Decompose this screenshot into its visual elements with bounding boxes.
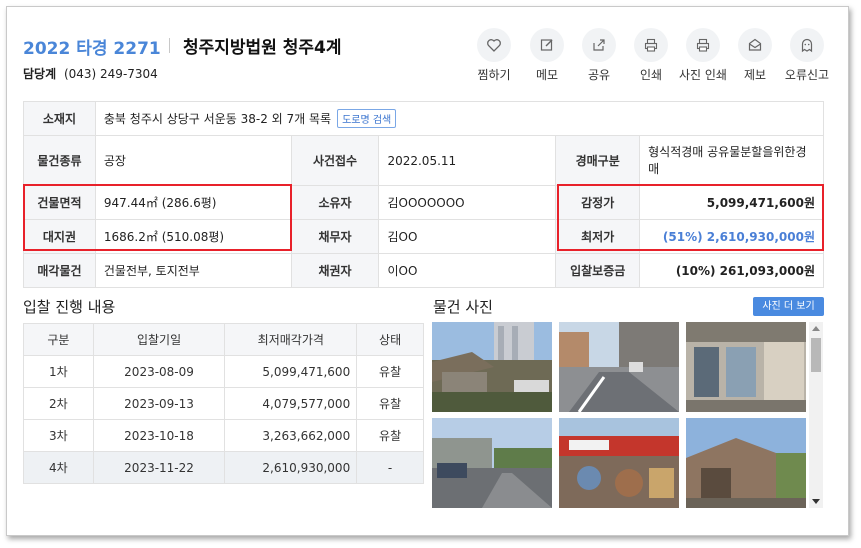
bid-status: - xyxy=(356,451,424,484)
location-label: 소재지 xyxy=(23,101,96,136)
more-photos-button[interactable]: 사진 더 보기 xyxy=(753,297,824,316)
property-photo[interactable] xyxy=(432,322,552,412)
bid-row: 4차 2023-11-22 2,610,930,000 - xyxy=(23,451,424,484)
creditor-label: 채권자 xyxy=(290,253,380,288)
print-button[interactable]: 인쇄 xyxy=(621,28,681,83)
deposit-value: (10%) 261,093,000원 xyxy=(639,253,824,288)
bid-col-date: 입찰기일 xyxy=(92,323,226,356)
case-number: 2022 타경 2271 xyxy=(23,39,161,59)
error-report-button[interactable]: 오류신고 xyxy=(777,28,837,83)
bid-price: 3,263,662,000 xyxy=(224,419,358,452)
auction-type-value: 형식적경매 공유물분할을위한경매 xyxy=(639,135,824,186)
info-row: 물건종류 공장 사건접수 2022.05.11 경매구분 형식적경매 공유물분할… xyxy=(23,135,824,186)
property-photo[interactable] xyxy=(432,418,552,508)
location-value: 충북 청주시 상당구 서운동 38-2 외 7개 목록 xyxy=(103,112,332,126)
sale-items-value: 건물전부, 토지전부 xyxy=(94,253,292,288)
report-label: 제보 xyxy=(743,68,767,82)
debtor-value: 김OO xyxy=(378,219,557,254)
printer-icon xyxy=(644,38,658,52)
creditor-value: 이OO xyxy=(378,253,557,288)
type-label: 물건종류 xyxy=(23,135,96,186)
photo-print-button[interactable]: 사진 인쇄 xyxy=(673,28,733,83)
photo-print-label: 사진 인쇄 xyxy=(679,68,727,82)
photo-gallery xyxy=(432,322,823,508)
auction-type-label: 경매구분 xyxy=(555,135,641,186)
property-photo[interactable] xyxy=(686,418,806,508)
share-label: 공유 xyxy=(587,68,611,82)
title-divider xyxy=(169,38,170,53)
department-line: 담당계 (043) 249-7304 xyxy=(23,65,158,82)
property-photo[interactable] xyxy=(559,418,679,508)
department-phone[interactable]: (043) 249-7304 xyxy=(64,67,158,81)
bid-col-min-price: 최저매각가격 xyxy=(224,323,358,356)
bid-round: 1차 xyxy=(23,355,94,388)
share-icon xyxy=(593,39,605,51)
bid-round: 4차 xyxy=(23,451,94,484)
road-search-button[interactable]: 도로명 검색 xyxy=(337,109,397,128)
print-label: 인쇄 xyxy=(639,68,663,82)
bid-status: 유찰 xyxy=(356,387,424,420)
bid-history-table: 구분 입찰기일 최저매각가격 상태 1차 2023-08-09 5,099,47… xyxy=(23,323,424,484)
gallery-scrollbar[interactable] xyxy=(809,322,823,508)
bid-date: 2023-10-18 xyxy=(92,419,226,452)
heart-icon xyxy=(487,39,501,52)
info-row: 매각물건 건물전부, 토지전부 채권자 이OO 입찰보증금 (10%) 261,… xyxy=(23,253,824,288)
received-label: 사건접수 xyxy=(290,135,380,186)
court-name: 청주지방법원 청주4계 xyxy=(183,38,342,58)
department-name: 담당계 xyxy=(23,67,57,81)
bid-price: 5,099,471,600 xyxy=(224,355,358,388)
scroll-up-arrow-icon[interactable] xyxy=(812,326,820,331)
bid-row: 2차 2023-09-13 4,079,577,000 유찰 xyxy=(23,387,424,420)
favorite-button[interactable]: 찜하기 xyxy=(464,28,524,83)
photo-section-title: 물건 사진 xyxy=(433,298,493,316)
memo-button[interactable]: 메모 xyxy=(517,28,577,83)
edit-icon xyxy=(540,39,553,51)
price-highlight-box xyxy=(557,184,824,251)
bid-row: 1차 2023-08-09 5,099,471,600 유찰 xyxy=(23,355,424,388)
owner-label: 소유자 xyxy=(290,185,380,220)
bid-date: 2023-08-09 xyxy=(92,355,226,388)
bid-status: 유찰 xyxy=(356,355,424,388)
share-button[interactable]: 공유 xyxy=(569,28,629,83)
debtor-label: 채무자 xyxy=(290,219,380,254)
ghost-icon xyxy=(801,38,813,53)
bid-header-row: 구분 입찰기일 최저매각가격 상태 xyxy=(23,323,424,356)
bid-date: 2023-09-13 xyxy=(92,387,226,420)
type-value: 공장 xyxy=(94,135,292,186)
area-highlight-box xyxy=(23,184,292,251)
bid-row: 3차 2023-10-18 3,263,662,000 유찰 xyxy=(23,419,424,452)
owner-value: 김OOOOOOO xyxy=(378,185,557,220)
property-photo[interactable] xyxy=(559,322,679,412)
photo-print-icon xyxy=(696,38,710,52)
scroll-down-arrow-icon[interactable] xyxy=(812,499,820,504)
info-row: 소재지 충북 청주시 상당구 서운동 38-2 외 7개 목록 도로명 검색 xyxy=(23,101,825,136)
bid-col-status: 상태 xyxy=(356,323,424,356)
error-report-label: 오류신고 xyxy=(784,68,830,82)
scroll-thumb[interactable] xyxy=(811,338,821,372)
bid-round: 2차 xyxy=(23,387,94,420)
location-cell: 충북 청주시 상당구 서운동 38-2 외 7개 목록 도로명 검색 xyxy=(94,101,825,136)
received-value: 2022.05.11 xyxy=(378,135,557,186)
bid-col-round: 구분 xyxy=(23,323,94,356)
bid-section-title: 입찰 진행 내용 xyxy=(23,298,116,316)
bid-date: 2023-11-22 xyxy=(92,451,226,484)
memo-label: 메모 xyxy=(535,68,559,82)
bid-price: 2,610,930,000 xyxy=(224,451,358,484)
bid-price: 4,079,577,000 xyxy=(224,387,358,420)
favorite-label: 찜하기 xyxy=(477,68,511,82)
mail-icon xyxy=(748,38,762,51)
report-button[interactable]: 제보 xyxy=(725,28,785,83)
deposit-label: 입찰보증금 xyxy=(555,253,641,288)
bid-round: 3차 xyxy=(23,419,94,452)
property-photo[interactable] xyxy=(686,322,806,412)
sale-items-label: 매각물건 xyxy=(23,253,96,288)
bid-status: 유찰 xyxy=(356,419,424,452)
